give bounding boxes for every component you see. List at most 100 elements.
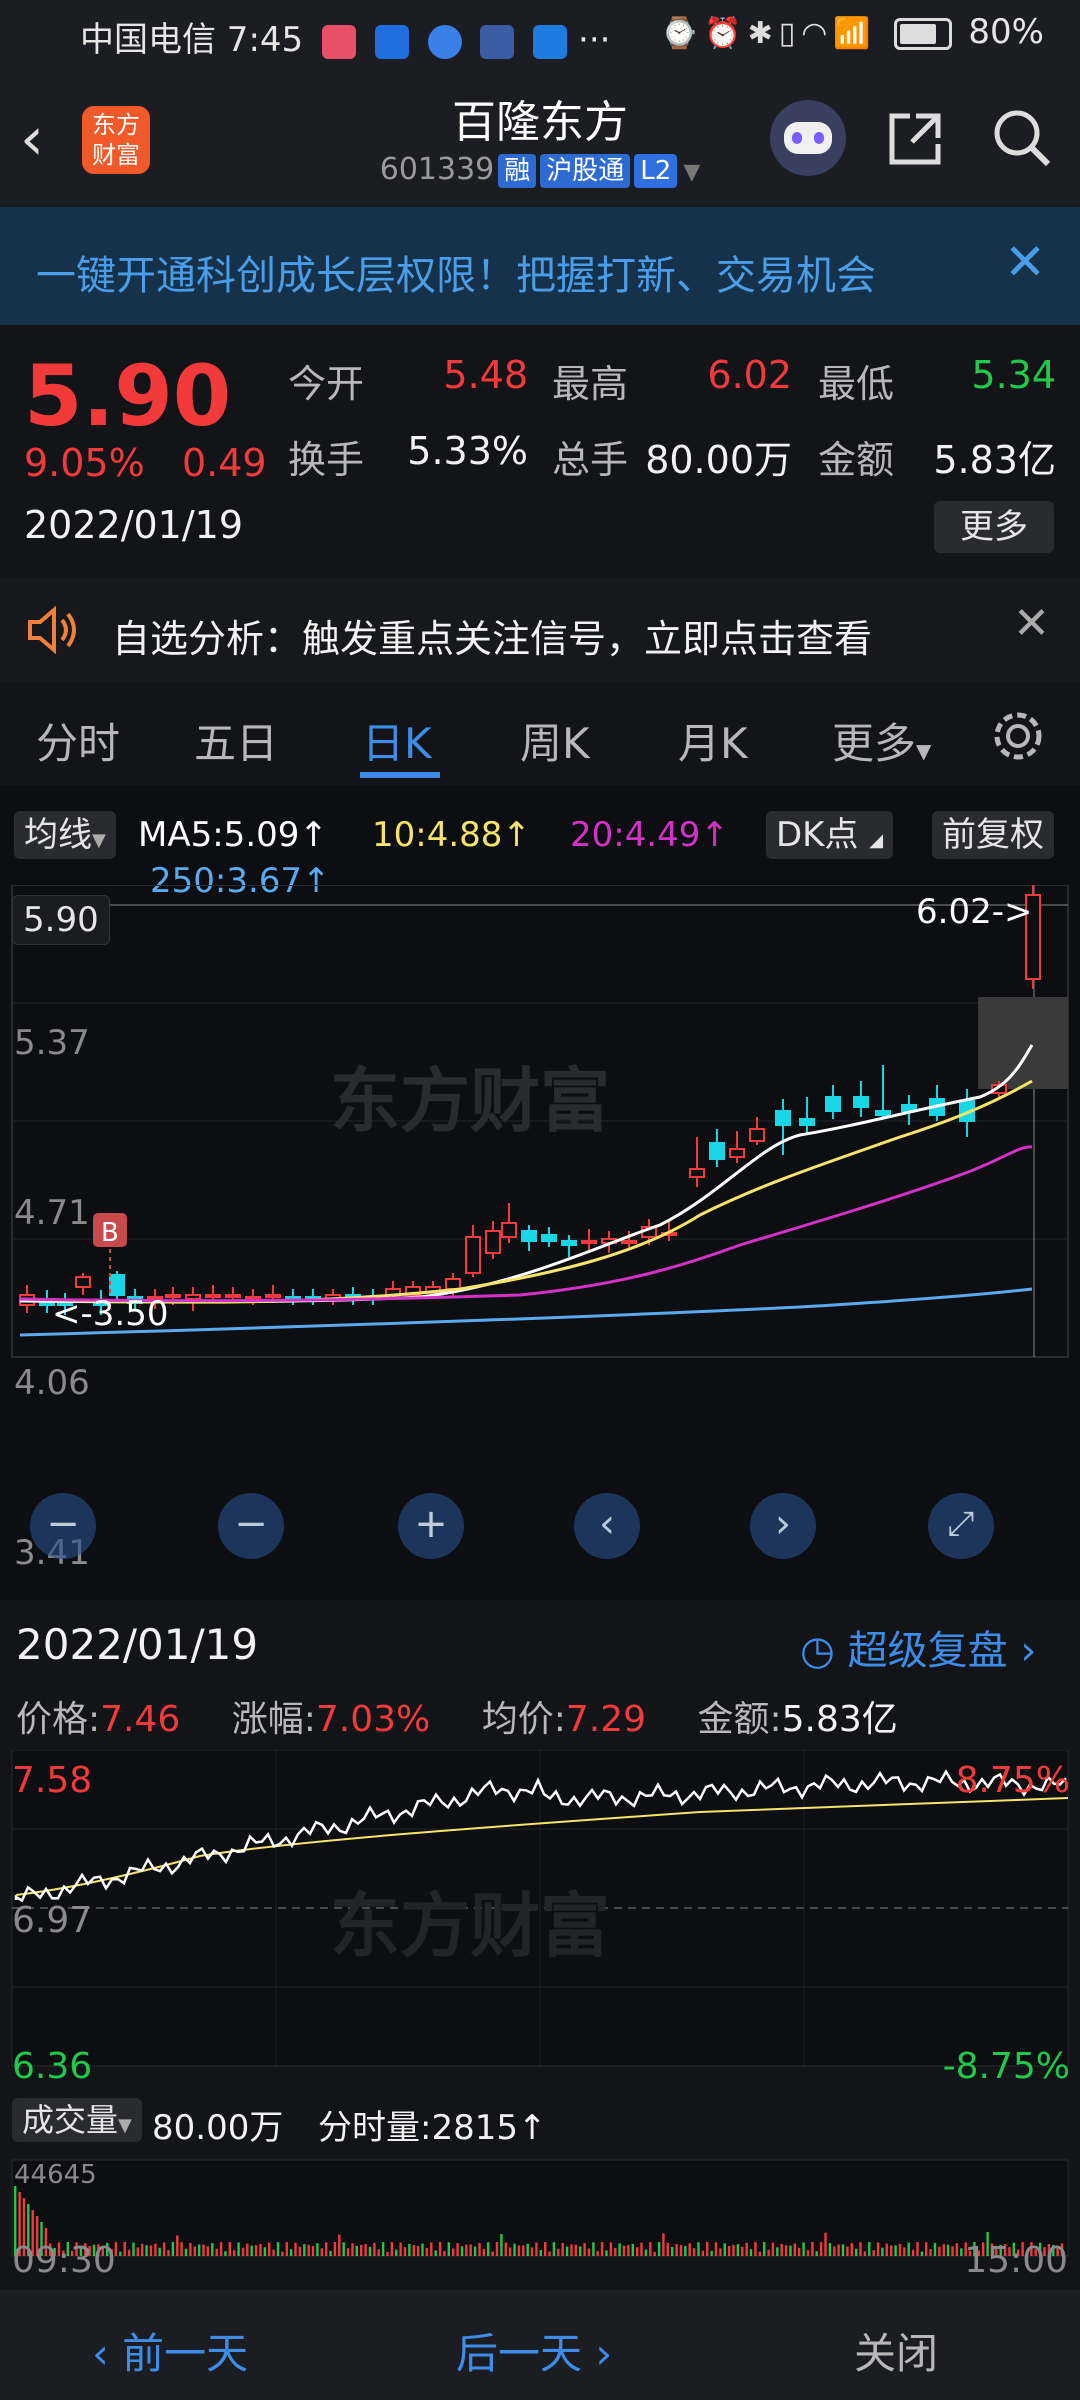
- y-label-mid: 4.71: [14, 1193, 90, 1233]
- volume-bar: [373, 2242, 376, 2256]
- analysis-alert[interactable]: 自选分析：触发重点关注信号，立即点击查看 ✕: [0, 578, 1080, 682]
- volume-selector[interactable]: 成交量▼: [12, 2098, 142, 2142]
- intraday-stats: 价格:7.46 涨幅:7.03% 均价:7.29 金额:5.83亿: [16, 1690, 898, 1742]
- ma-selector-label: 均线: [24, 815, 92, 855]
- quote-panel: 5.90 9.05% 0.49 2022/01/19 今开 5.48 最高 6.…: [0, 325, 1080, 575]
- search-icon[interactable]: [990, 106, 1054, 170]
- volume-bar: [215, 2248, 218, 2256]
- chg-value: 7.03%: [315, 1699, 431, 1740]
- candle-body: [465, 1236, 481, 1274]
- l2-tag: L2: [634, 154, 678, 188]
- volume-bar: [325, 2242, 328, 2256]
- volume-bar: [636, 2247, 639, 2256]
- volume-bar: [351, 2243, 354, 2256]
- volume-bar: [929, 2249, 932, 2256]
- stock-code: 601339: [379, 152, 495, 187]
- volume-bar: [942, 2244, 945, 2256]
- dk-button-label: DK点: [776, 815, 859, 855]
- volume-bar: [640, 2242, 643, 2256]
- volume-bar: [561, 2243, 564, 2256]
- high-value: 6.02: [707, 353, 792, 397]
- volume-bar: [614, 2247, 617, 2256]
- candle-body: [709, 1142, 725, 1160]
- volume-bar: [846, 2246, 849, 2256]
- tab-monthly-k[interactable]: 月K: [678, 710, 748, 771]
- share-icon[interactable]: [886, 108, 946, 168]
- volume-bar: [811, 2242, 814, 2256]
- close-icon[interactable]: ✕: [1004, 233, 1046, 291]
- adjust-button[interactable]: 前复权: [932, 811, 1054, 859]
- chevron-down-icon[interactable]: ▼: [683, 160, 700, 185]
- tab-more[interactable]: 更多▼: [832, 710, 931, 771]
- dk-button[interactable]: DK点 ◢: [766, 811, 894, 859]
- volume-bar: [342, 2242, 345, 2256]
- close-alert-icon[interactable]: ✕: [1013, 598, 1050, 649]
- amount-label: 金额:: [697, 1699, 782, 1740]
- volume-bar: [631, 2243, 634, 2256]
- zoom-in-button[interactable]: +: [398, 1493, 464, 1559]
- volume-bar: [452, 2248, 455, 2256]
- tab-five-day[interactable]: 五日: [194, 710, 278, 771]
- speaker-icon: [28, 606, 76, 654]
- volume-bar: [618, 2243, 621, 2256]
- close-button[interactable]: 关闭: [854, 2320, 938, 2381]
- volume-bar: [701, 2250, 705, 2256]
- volume-bar: [482, 2248, 486, 2256]
- volume-bar: [570, 2244, 573, 2256]
- volume-bar: [763, 2242, 766, 2256]
- intraday-y-bottom: 6.36: [12, 2046, 93, 2087]
- volume-bar: [841, 2244, 845, 2256]
- volume-bar: [395, 2249, 398, 2256]
- gear-icon[interactable]: [990, 708, 1046, 764]
- candle-body: [485, 1230, 501, 1254]
- quote-date: 2022/01/19: [24, 503, 244, 547]
- next-day-button[interactable]: 后一天 ›: [456, 2320, 612, 2381]
- volume-bar: [649, 2242, 652, 2256]
- ma-selector[interactable]: 均线▼: [14, 811, 116, 859]
- volume-bar: [920, 2251, 924, 2256]
- promo-banner[interactable]: 一键开通科创成长层权限！把握打新、交易机会 ✕: [0, 207, 1080, 325]
- connect-tag: 沪股通: [540, 154, 631, 188]
- volume-bar: [675, 2244, 678, 2256]
- super-replay-button[interactable]: ◷ 超级复盘 ›: [800, 1618, 1036, 1676]
- tab-daily-k[interactable]: 日K: [362, 710, 432, 771]
- high-label: 最高: [552, 362, 629, 406]
- prev-day-button[interactable]: ‹ 前一天: [92, 2320, 248, 2381]
- volume-bar: [193, 2246, 196, 2256]
- volume-bar: [850, 2243, 853, 2256]
- volume-bar: [815, 2251, 818, 2256]
- pan-right-button[interactable]: ›: [750, 1493, 816, 1559]
- candle-body: [621, 1240, 637, 1244]
- price-value: 7.46: [100, 1699, 181, 1740]
- tab-weekly-k[interactable]: 周K: [520, 710, 590, 771]
- history-icon: ◷: [800, 1628, 835, 1674]
- tab-intraday[interactable]: 分时: [36, 710, 120, 771]
- volume-bar: [587, 2248, 591, 2256]
- intraday-pct-top: 8.75%: [955, 1760, 1070, 1801]
- volume-bar: [320, 2248, 323, 2256]
- volume-bar: [219, 2242, 223, 2256]
- volume-bar: [465, 2244, 468, 2256]
- candle-body: [445, 1278, 461, 1290]
- fullscreen-icon[interactable]: ⤢: [928, 1493, 994, 1559]
- ma5-label: MA5:5.09↑: [138, 815, 328, 855]
- volume-bar: [500, 2234, 503, 2256]
- volume-bar: [530, 2247, 534, 2256]
- volume-bar: [802, 2242, 805, 2256]
- min-price-label: <-3.50: [52, 1294, 168, 1334]
- more-quote-button[interactable]: 更多: [934, 501, 1054, 553]
- candle-body: [265, 1294, 281, 1298]
- battery-icon: [893, 17, 952, 50]
- pan-left-button[interactable]: ‹: [574, 1493, 640, 1559]
- volume-bar: [430, 2242, 433, 2256]
- volume-bar: [662, 2233, 665, 2256]
- kline-chart-panel[interactable]: 均线▼ MA5:5.09↑ 10:4.88↑ 20:4.49↑ 250:3.67…: [0, 785, 1080, 1600]
- volume-bar: [167, 2250, 170, 2256]
- intraday-panel: 2022/01/19 ◷ 超级复盘 › 价格:7.46 涨幅:7.03% 均价:…: [0, 1600, 1080, 2290]
- volume-bar: [855, 2248, 858, 2256]
- volume-bar: [767, 2249, 770, 2256]
- robot-assistant-icon[interactable]: [770, 100, 846, 176]
- zoom-out-button-2[interactable]: −: [218, 1493, 284, 1559]
- zoom-out-button[interactable]: −: [30, 1493, 96, 1559]
- volume-bar: [692, 2248, 696, 2256]
